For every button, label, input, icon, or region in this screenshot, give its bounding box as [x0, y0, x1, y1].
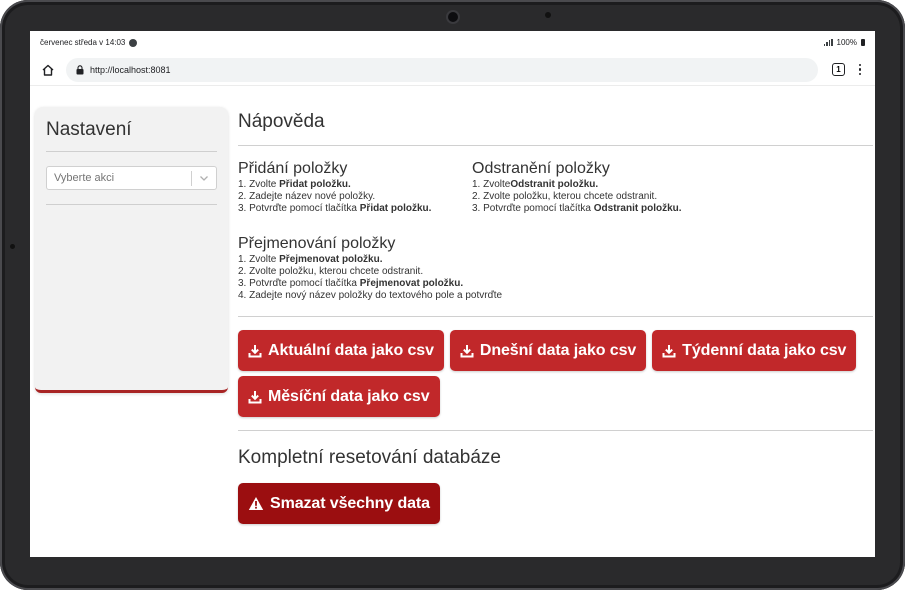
settings-sidebar: Nastavení Vyberte akci	[35, 107, 228, 393]
help-remove: Odstranění položky 1. ZvolteOdstranit po…	[472, 160, 706, 215]
sidebar-title: Nastavení	[46, 119, 217, 152]
help-remove-title: Odstranění položky	[472, 160, 610, 177]
status-bar: červenec středa v 14:03 100%	[30, 31, 875, 54]
help-add-step-2: 2. Zadejte název nové položky.	[238, 191, 376, 202]
notification-icon	[129, 38, 138, 47]
help-add-steps: 1. Zvolte Přidat položku. 2. Zadejte náz…	[238, 179, 472, 215]
download-icon	[662, 344, 676, 357]
help-title: Nápověda	[238, 111, 873, 146]
help-rename-steps: 1. Zvolte Přejmenovat položku. 2. Zvolte…	[238, 254, 638, 302]
action-select[interactable]: Vyberte akci	[46, 166, 217, 190]
download-icon	[460, 344, 474, 357]
help-rename-step-2: 2. Zvolte položku, kterou chcete odstran…	[238, 266, 424, 277]
export-current-label: Aktuální data jako csv	[268, 341, 434, 359]
main-panel: Nápověda Přidání položky 1. Zvolte Přida…	[238, 111, 873, 524]
help-remove-steps: 1. ZvolteOdstranit položku. 2. Zvolte po…	[472, 179, 706, 215]
camera-icon	[448, 12, 458, 22]
export-monthly-label: Měsíční data jako csv	[268, 387, 430, 405]
help-add-title: Přidání položky	[238, 160, 348, 177]
help-rename-step-4: 4. Zadejte nový název položky do textové…	[238, 290, 503, 301]
help-columns: Přidání položky 1. Zvolte Přidat položku…	[238, 160, 873, 215]
page-content: Nastavení Vyberte akci Nápověda Přidání …	[30, 87, 875, 557]
side-sensor	[10, 244, 15, 249]
tab-switcher-button[interactable]: 1	[832, 63, 845, 76]
delete-all-label: Smazat všechny data	[270, 494, 430, 512]
delete-all-button[interactable]: Smazat všechny data	[238, 483, 440, 524]
action-select-placeholder: Vyberte akci	[54, 172, 115, 184]
export-weekly-button[interactable]: Týdenní data jako csv	[652, 330, 857, 371]
signal-icon	[823, 39, 833, 46]
warning-icon	[248, 497, 264, 510]
browser-menu-icon[interactable]	[853, 63, 867, 76]
export-current-button[interactable]: Aktuální data jako csv	[238, 330, 444, 371]
help-add-step-1: 1. Zvolte Přidat položku.	[238, 179, 351, 190]
screen: červenec středa v 14:03 100% http://loca…	[30, 31, 875, 557]
download-icon	[248, 390, 262, 403]
address-bar[interactable]: http://localhost:8081	[66, 57, 818, 82]
reset-title: Kompletní resetování databáze	[238, 447, 502, 468]
sidebar-divider	[46, 204, 217, 205]
help-add: Přidání položky 1. Zvolte Přidat položku…	[238, 160, 472, 215]
lock-icon	[76, 64, 84, 74]
export-today-label: Dnešní data jako csv	[479, 341, 637, 359]
select-separator	[191, 171, 192, 186]
help-add-step-3: 3. Potvrďte pomocí tlačítka Přidat polož…	[238, 203, 432, 214]
status-datetime: červenec středa v 14:03	[40, 38, 126, 47]
home-icon[interactable]	[38, 60, 58, 80]
help-rename: Přejmenování položky 1. Zvolte Přejmenov…	[238, 235, 638, 302]
help-remove-step-2: 2. Zvolte položku, kterou chcete odstran…	[472, 191, 658, 202]
url-text: http://localhost:8081	[90, 64, 171, 75]
help-remove-step-1: 1. ZvolteOdstranit položku.	[472, 179, 599, 190]
export-today-button[interactable]: Dnešní data jako csv	[449, 330, 647, 371]
export-buttons: Aktuální data jako csv Dnešní data jako …	[238, 330, 868, 417]
chevron-down-icon	[200, 176, 208, 181]
download-icon	[248, 344, 262, 357]
battery-icon	[861, 39, 865, 46]
export-weekly-label: Týdenní data jako csv	[682, 341, 847, 359]
help-rename-title: Přejmenování položky	[238, 235, 396, 252]
export-monthly-button[interactable]: Měsíční data jako csv	[238, 376, 440, 417]
reset-row: Smazat všechny data	[238, 483, 873, 524]
battery-percent: 100%	[836, 38, 857, 47]
help-rename-step-1: 1. Zvolte Přejmenovat položku.	[238, 254, 383, 265]
section-divider	[238, 430, 873, 431]
browser-toolbar: http://localhost:8081 1	[30, 54, 875, 86]
section-divider	[238, 316, 873, 317]
sensor-icon	[545, 12, 551, 18]
help-remove-step-3: 3. Potvrďte pomocí tlačítka Odstranit po…	[472, 203, 682, 214]
help-rename-step-3: 3. Potvrďte pomocí tlačítka Přejmenovat …	[238, 278, 464, 289]
